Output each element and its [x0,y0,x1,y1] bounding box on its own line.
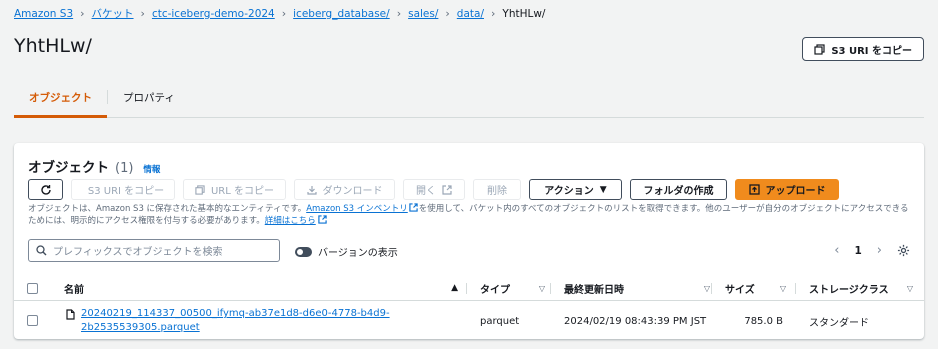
breadcrumb: Amazon S3 › バケット › ctc-iceberg-demo-2024… [14,6,545,21]
object-last-modified: 2024/02/19 08:43:39 PM JST [564,315,707,327]
download-button[interactable]: ダウンロード [294,179,395,200]
download-icon [306,185,317,195]
sort-ascending-icon: ▲ [451,283,458,293]
column-size[interactable]: サイズ ▽ [725,275,786,301]
external-link-icon [409,203,418,212]
breadcrumb-data[interactable]: data/ [457,8,484,20]
copy-s3-uri-label: S3 URI をコピー [831,45,912,57]
table-header: 名前 ▲ タイプ ▽ 最終更新日時 ▽ サイズ ▽ ストレージクラス ▽ [14,275,924,301]
upload-button[interactable]: アップロード [735,179,839,200]
toggle-switch[interactable] [295,246,312,257]
upload-icon [748,184,760,195]
copy-url-button[interactable]: URL をコピー [183,179,286,200]
learn-more-link[interactable]: 詳細はこちら [265,216,316,226]
column-divider [711,283,712,294]
download-label: ダウンロード [322,186,383,197]
row-checkbox[interactable] [27,315,38,326]
column-last-modified-label: 最終更新日時 [564,284,624,296]
table-row: 20240219_114337_00500_ifymq-ab37e1d8-d6e… [14,302,924,339]
chevron-right-icon: › [445,7,450,20]
copy-s3-uri-toolbar-button[interactable]: S3 URI をコピー [71,179,175,200]
sort-icon: ▽ [538,283,545,293]
chevron-right-icon: › [281,7,287,20]
external-link-icon [442,184,452,195]
tab-bar: オブジェクト プロパティ [14,84,924,118]
description-text-1: オブジェクトは、Amazon S3 に保存された基本的なエンティティです。 [28,204,307,214]
copy-icon [814,43,825,55]
show-versions-label: バージョンの表示 [318,248,398,259]
object-size: 785.0 B [744,315,783,327]
show-versions-toggle[interactable]: バージョンの表示 [295,244,398,259]
copy-icon [195,184,205,195]
tab-objects[interactable]: オブジェクト [14,84,107,118]
actions-dropdown[interactable]: アクション ▼ [529,179,622,200]
breadcrumb-amazon-s3[interactable]: Amazon S3 [14,8,73,20]
open-label: 開く [416,186,436,197]
object-type: parquet [480,315,520,327]
search-placeholder: プレフィックスでオブジェクトを検索 [53,247,223,258]
breadcrumb-iceberg-database[interactable]: iceberg_database/ [293,8,390,20]
chevron-right-icon[interactable]: › [877,243,882,258]
chevron-right-icon: › [491,7,496,20]
column-size-label: サイズ [725,284,755,296]
caret-down-icon: ▼ [599,184,607,195]
copy-s3-uri-toolbar-label: S3 URI をコピー [87,186,165,197]
breadcrumb-buckets[interactable]: バケット [92,6,134,21]
breadcrumb-bucket[interactable]: ctc-iceberg-demo-2024 [152,8,275,20]
object-name-cell: 20240219_114337_00500_ifymq-ab37e1d8-d6e… [66,302,461,339]
upload-label: アップロード [765,186,826,197]
chevron-right-icon: › [396,7,402,20]
actions-label: アクション [544,186,594,197]
copy-url-label: URL をコピー [210,186,275,197]
chevron-right-icon: › [140,7,145,20]
column-name[interactable]: 名前 ▲ [64,275,458,301]
breadcrumb-current: YhtHLw/ [502,7,546,20]
create-folder-button[interactable]: フォルダの作成 [630,179,727,200]
search-icon [36,245,47,256]
action-toolbar: S3 URI をコピー URL をコピー ダウンロード 開く 削除 アクション … [28,179,839,200]
panel-header: オブジェクト (1) 情報 [28,156,160,176]
object-name-link[interactable]: 20240219_114337_00500_ifymq-ab37e1d8-d6e… [81,307,390,335]
select-all-checkbox[interactable] [27,283,38,294]
column-last-modified[interactable]: 最終更新日時 ▽ [564,275,710,301]
breadcrumb-sales[interactable]: sales/ [408,8,438,20]
tab-properties[interactable]: プロパティ [108,84,190,117]
column-storage-class-label: ストレージクラス [809,284,889,296]
refresh-icon [40,184,51,195]
chevron-left-icon[interactable]: ‹ [834,243,839,258]
copy-s3-uri-button[interactable]: S3 URI をコピー [802,37,924,61]
sort-icon: ▽ [703,283,710,293]
info-link[interactable]: 情報 [143,163,160,175]
column-storage-class[interactable]: ストレージクラス ▽ [809,275,913,301]
object-name-line-2: 2b2535539305.parquet [81,322,200,333]
refresh-button[interactable] [28,179,63,200]
create-folder-label: フォルダの作成 [643,186,714,197]
objects-description: オブジェクトは、Amazon S3 に保存された基本的なエンティティです。Ama… [28,203,912,227]
column-divider [466,283,467,294]
delete-button[interactable]: 削除 [473,179,521,200]
object-count: (1) [115,161,134,176]
column-type[interactable]: タイプ ▽ [480,275,545,301]
sort-icon: ▽ [779,283,786,293]
column-divider [550,283,551,294]
open-button[interactable]: 開く [403,179,465,200]
object-name-line-1: 20240219_114337_00500_ifymq-ab37e1d8-d6e… [81,308,390,319]
search-input[interactable]: プレフィックスでオブジェクトを検索 [28,239,280,262]
external-link-icon [318,215,327,224]
column-type-label: タイプ [480,284,510,296]
chevron-right-icon: › [80,7,85,20]
page-title: YhtHLw/ [14,35,92,57]
file-icon [66,309,75,320]
settings-icon[interactable] [897,244,910,257]
sort-icon: ▽ [906,283,913,293]
inventory-link[interactable]: Amazon S3 インベントリ [306,204,408,214]
panel-title: オブジェクト [28,160,109,176]
objects-panel: オブジェクト (1) 情報 S3 URI をコピー URL をコピー ダウンロー… [14,143,924,339]
delete-label: 削除 [487,186,507,197]
current-page[interactable]: 1 [854,245,861,257]
pagination: ‹ 1 › [834,243,910,258]
object-storage-class: スタンダード [809,317,869,329]
column-name-label: 名前 [64,284,84,296]
column-divider [795,283,796,294]
